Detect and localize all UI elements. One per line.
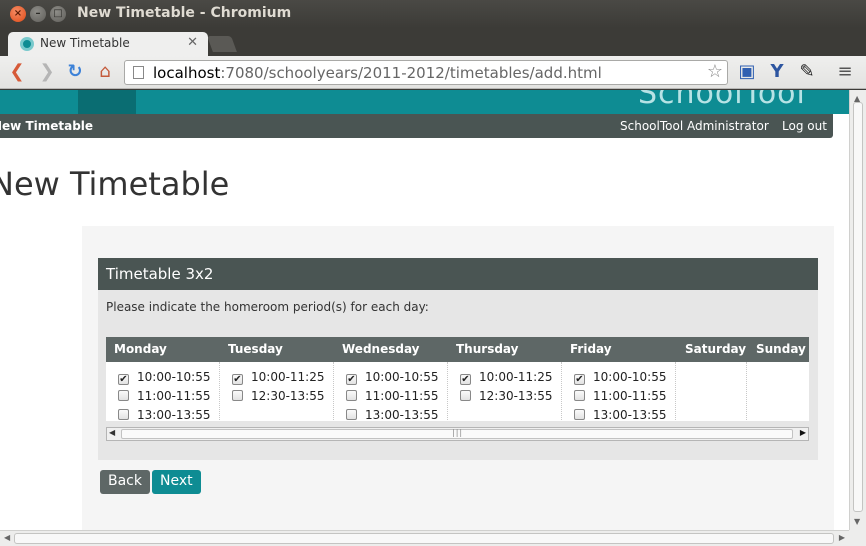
period-row[interactable]: 11:00-11:55 — [346, 389, 439, 407]
browser-window: × – □ New Timetable - Chromium New Timet… — [0, 0, 866, 546]
table-header-row: Monday Tuesday Wednesday Thursday Friday… — [106, 337, 809, 362]
checkbox[interactable]: ✔ — [460, 374, 471, 385]
day-column-friday: ✔ 10:00-10:55 11:00-11:55 13:00-13:55 — [562, 362, 676, 421]
app-nav-bar: New Timetable SchoolTool Administrator L… — [0, 114, 833, 138]
bookmark-star-icon[interactable]: ☆ — [707, 61, 723, 82]
nav-logout-link[interactable]: Log out — [782, 119, 827, 133]
timetable-fieldset: Timetable 3x2 Please indicate the homero… — [98, 258, 818, 460]
checkbox[interactable] — [346, 390, 357, 401]
timetable-table: Monday Tuesday Wednesday Thursday Friday… — [106, 337, 809, 421]
extension-screen-icon[interactable]: ▣ — [736, 61, 758, 83]
scroll-right-arrow-icon[interactable]: ▶ — [800, 428, 806, 437]
title-bar: × – □ New Timetable - Chromium — [0, 0, 866, 28]
day-column-saturday — [676, 362, 747, 420]
period-row[interactable]: 12:30-13:55 — [232, 389, 325, 407]
extension-pin-icon[interactable]: ✎ — [796, 61, 818, 83]
nav-page-title: New Timetable — [0, 119, 94, 133]
col-header-friday: Friday — [570, 342, 612, 356]
checkbox[interactable] — [460, 390, 471, 401]
scroll-thumb[interactable] — [853, 102, 863, 512]
page-icon — [133, 66, 144, 79]
window-minimize-icon[interactable]: – — [30, 6, 46, 22]
grip-icon: ||| — [452, 428, 464, 437]
header-accent-block — [78, 90, 136, 114]
col-header-saturday: Saturday — [685, 342, 747, 356]
period-row[interactable]: ✔ 10:00-11:25 — [460, 370, 553, 388]
period-row[interactable]: 13:00-13:55 — [346, 408, 439, 421]
period-row[interactable]: 12:30-13:55 — [460, 389, 553, 407]
period-row[interactable]: 13:00-13:55 — [574, 408, 667, 421]
col-header-thursday: Thursday — [456, 342, 519, 356]
col-header-sunday: Sunday — [756, 342, 806, 356]
col-header-tuesday: Tuesday — [228, 342, 283, 356]
scroll-down-arrow-icon[interactable]: ▼ — [854, 517, 860, 526]
tab-strip: New Timetable ✕ — [0, 28, 866, 56]
app-header: SchoolTool — [0, 90, 849, 114]
extension-y-icon[interactable]: Y — [766, 61, 788, 83]
day-column-monday: ✔ 10:00-10:55 11:00-11:55 13:00-13:55 — [106, 362, 220, 421]
period-row[interactable]: 11:00-11:55 — [118, 389, 211, 407]
window-title: New Timetable - Chromium — [77, 5, 292, 21]
tab-title: New Timetable — [40, 36, 130, 50]
browser-toolbar: ❮ ❯ ↻ ⌂ localhost:7080/schoolyears/2011-… — [0, 56, 866, 89]
table-horizontal-scrollbar[interactable]: ◀ ||| ▶ — [106, 427, 809, 441]
period-row[interactable]: ✔ 10:00-10:55 — [574, 370, 667, 388]
horizontal-scrollbar[interactable]: ◀ ▶ — [0, 530, 849, 546]
scroll-corner — [849, 530, 866, 546]
period-row[interactable]: 11:00-11:55 — [574, 389, 667, 407]
nav-user-link[interactable]: SchoolTool Administrator — [620, 119, 769, 133]
back-button[interactable]: Back — [100, 470, 150, 494]
window-maximize-icon[interactable]: □ — [50, 6, 66, 22]
content-panel: Timetable 3x2 Please indicate the homero… — [82, 226, 834, 530]
period-row[interactable]: ✔ 10:00-11:25 — [232, 370, 325, 388]
scroll-thumb[interactable] — [14, 533, 834, 544]
url-text[interactable]: localhost:7080/schoolyears/2011-2012/tim… — [153, 64, 602, 82]
new-tab-button[interactable] — [207, 36, 237, 52]
scroll-thumb[interactable]: ||| — [121, 428, 793, 439]
page-title: New Timetable — [0, 165, 230, 203]
favicon-icon — [20, 37, 34, 51]
instructions-text: Please indicate the homeroom period(s) f… — [106, 300, 429, 314]
browser-tab[interactable]: New Timetable ✕ — [8, 32, 208, 56]
scroll-left-arrow-icon[interactable]: ◀ — [109, 428, 115, 437]
checkbox[interactable] — [232, 390, 243, 401]
window-close-icon[interactable]: × — [10, 6, 26, 22]
fieldset-legend: Timetable 3x2 — [98, 258, 818, 290]
day-column-tuesday: ✔ 10:00-11:25 12:30-13:55 — [220, 362, 334, 420]
address-bar[interactable]: localhost:7080/schoolyears/2011-2012/tim… — [124, 60, 728, 85]
checkbox[interactable]: ✔ — [232, 374, 243, 385]
forward-arrow-icon[interactable]: ❯ — [36, 61, 58, 83]
checkbox[interactable] — [118, 390, 129, 401]
checkbox[interactable]: ✔ — [574, 374, 585, 385]
page-viewport: SchoolTool New Timetable SchoolTool Admi… — [0, 90, 849, 530]
checkbox[interactable] — [346, 409, 357, 420]
app-logo[interactable]: SchoolTool — [638, 90, 806, 111]
menu-icon[interactable]: ≡ — [834, 61, 856, 83]
checkbox[interactable]: ✔ — [118, 374, 129, 385]
back-arrow-icon[interactable]: ❮ — [6, 61, 28, 83]
col-header-monday: Monday — [114, 342, 167, 356]
period-row[interactable]: ✔ 10:00-10:55 — [346, 370, 439, 388]
checkbox[interactable]: ✔ — [346, 374, 357, 385]
vertical-scrollbar[interactable]: ▲ ▼ — [849, 90, 866, 530]
col-header-wednesday: Wednesday — [342, 342, 420, 356]
checkbox[interactable] — [118, 409, 129, 420]
scroll-left-arrow-icon[interactable]: ◀ — [4, 533, 10, 542]
next-button[interactable]: Next — [152, 470, 201, 494]
checkbox[interactable] — [574, 390, 585, 401]
day-column-thursday: ✔ 10:00-11:25 12:30-13:55 — [448, 362, 562, 420]
period-row[interactable]: ✔ 10:00-10:55 — [118, 370, 211, 388]
checkbox[interactable] — [574, 409, 585, 420]
scroll-right-arrow-icon[interactable]: ▶ — [839, 533, 845, 542]
reload-icon[interactable]: ↻ — [64, 61, 86, 83]
home-icon[interactable]: ⌂ — [94, 61, 116, 83]
period-row[interactable]: 13:00-13:55 — [118, 408, 211, 421]
day-column-sunday — [747, 362, 809, 420]
tab-close-icon[interactable]: ✕ — [187, 35, 198, 50]
day-column-wednesday: ✔ 10:00-10:55 11:00-11:55 13:00-13:55 — [334, 362, 448, 421]
